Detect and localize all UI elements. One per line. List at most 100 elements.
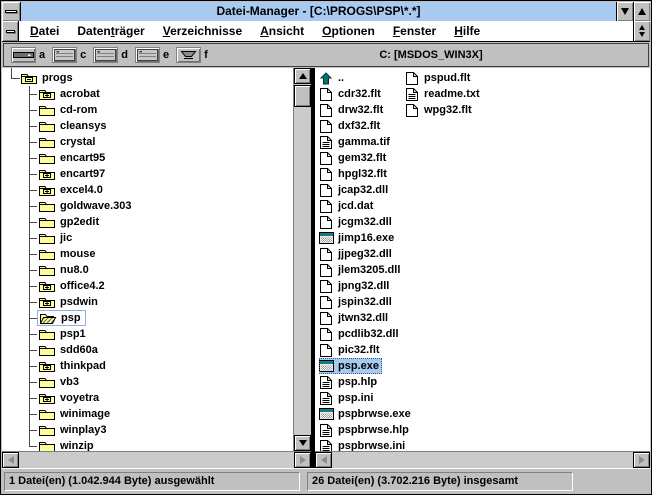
scroll-down-button[interactable]	[294, 435, 311, 451]
drive-e-button[interactable]	[135, 47, 160, 63]
tree-item-thinkpad[interactable]: thinkpad	[2, 358, 293, 374]
file-item-pic32-flt[interactable]: pic32.flt	[319, 342, 383, 358]
tree-item-crystal[interactable]: crystal	[2, 134, 293, 150]
file-item-jpng32-dll[interactable]: jpng32.dll	[319, 278, 392, 294]
file-item-pcdlib32-dll[interactable]: pcdlib32.dll	[319, 326, 402, 342]
menu-ansicht[interactable]: Ansicht	[251, 24, 313, 38]
directory-tree-pane[interactable]: progsacrobat cd-rom cleansyscrystal encart9…	[2, 68, 294, 451]
status-bar: 1 Datei(en) (1.042.944 Byte) ausgewählt …	[2, 468, 650, 494]
file-item-drw32-flt[interactable]: drw32.flt	[319, 102, 386, 118]
tree-item-winplay3[interactable]: winplay3	[2, 422, 293, 438]
tree-item-winimage[interactable]: winimage	[2, 406, 293, 422]
document-icon	[319, 263, 335, 278]
executable-icon	[319, 407, 335, 422]
tree-item-encart97[interactable]: encart97	[2, 166, 293, 182]
menu-fenster[interactable]: Fenster	[384, 24, 445, 38]
tree-item-psp[interactable]: psp	[2, 310, 293, 326]
tree-item-jic[interactable]: jic	[2, 230, 293, 246]
file-item-pspud-flt[interactable]: pspud.flt	[405, 70, 473, 86]
file-item-jimp16-exe[interactable]: jimp16.exe	[319, 230, 397, 246]
tree-item-winzip[interactable]: winzip	[2, 438, 293, 451]
file-item-wpg32-flt[interactable]: wpg32.flt	[405, 102, 475, 118]
file-item-psp-exe[interactable]: psp.exe	[319, 358, 382, 374]
up-directory-item[interactable]: ..	[319, 70, 347, 86]
file-item-readme-txt[interactable]: readme.txt	[405, 86, 483, 102]
scrollbar-thumb[interactable]	[294, 85, 311, 107]
tree-item-psdwin[interactable]: psdwin	[2, 294, 293, 310]
file-item-pspbrwse-exe[interactable]: pspbrwse.exe	[319, 406, 414, 422]
file-item-jcd-dat[interactable]: jcd.dat	[319, 198, 376, 214]
file-name: cdr32.flt	[338, 88, 381, 100]
file-item-jtwn32-dll[interactable]: jtwn32.dll	[319, 310, 391, 326]
scroll-up-button[interactable]	[294, 68, 311, 84]
menu-optionen[interactable]: Optionen	[313, 24, 384, 38]
tree-item-psp1[interactable]: psp1	[2, 326, 293, 342]
folder-icon	[38, 135, 56, 149]
file-item-pspbrwse-hlp[interactable]: pspbrwse.hlp	[319, 422, 412, 438]
system-menu-button[interactable]	[2, 2, 21, 21]
directory-name: encart95	[60, 152, 105, 164]
file-name: jpng32.dll	[338, 280, 389, 292]
menu-datei[interactable]: Datei	[21, 24, 68, 38]
menu-verzeichnisse[interactable]: Verzeichnisse	[154, 24, 251, 38]
tree-item-office4-2[interactable]: office4.2	[2, 278, 293, 294]
scroll-right-button[interactable]	[294, 452, 311, 468]
child-restore-button[interactable]	[633, 21, 650, 41]
document-icon	[319, 167, 335, 182]
menu-datentr-ger[interactable]: Datenträger	[68, 24, 153, 38]
directory-name: cd-rom	[60, 104, 97, 116]
tree-item-nu8-0[interactable]: nu8.0	[2, 262, 293, 278]
vertical-scrollbar[interactable]	[294, 68, 311, 451]
right-horizontal-scrollbar[interactable]	[315, 451, 650, 468]
tree-item-excel4-0[interactable]: excel4.0	[2, 182, 293, 198]
file-item-pspbrwse-ini[interactable]: pspbrwse.ini	[319, 438, 408, 451]
menu-hilfe[interactable]: Hilfe	[445, 24, 489, 38]
tree-item-voyetra[interactable]: voyetra	[2, 390, 293, 406]
tree-item-cleansys[interactable]: cleansys	[2, 118, 293, 134]
tree-item-vb3[interactable]: vb3	[2, 374, 293, 390]
file-item-jlem3205-dll[interactable]: jlem3205.dll	[319, 262, 403, 278]
tree-item-goldwave-303[interactable]: goldwave.303	[2, 198, 293, 214]
scroll-right-button[interactable]	[633, 452, 650, 468]
file-item-jcgm32-dll[interactable]: jcgm32.dll	[319, 214, 395, 230]
file-item-hpgl32-flt[interactable]: hpgl32.flt	[319, 166, 390, 182]
tree-item-progs[interactable]: progs	[2, 70, 293, 86]
tree-item-cd-rom[interactable]: cd-rom	[2, 102, 293, 118]
tree-item-acrobat[interactable]: acrobat	[2, 86, 293, 102]
tree-item-encart95[interactable]: encart95	[2, 150, 293, 166]
file-column-1: .. cdr32.flt drw32.fltdxf32.fltgamma.tifge…	[319, 70, 414, 451]
file-item-jspin32-dll[interactable]: jspin32.dll	[319, 294, 395, 310]
document-lines-icon	[319, 391, 335, 406]
file-name: wpg32.flt	[424, 104, 472, 116]
maximize-button[interactable]	[633, 2, 650, 21]
minimize-button[interactable]	[616, 2, 633, 21]
drive-a-button[interactable]	[11, 47, 36, 63]
file-item-gem32-flt[interactable]: gem32.flt	[319, 150, 389, 166]
title-bar[interactable]: Datei-Manager - [C:\PROGS\PSP\*.*]	[2, 2, 650, 21]
file-name: jtwn32.dll	[338, 312, 388, 324]
document-icon	[319, 151, 335, 166]
folder-icon	[38, 231, 56, 245]
child-window-menu-button[interactable]	[2, 21, 19, 41]
file-list-pane[interactable]: .. cdr32.flt drw32.fltdxf32.fltgamma.tifge…	[315, 68, 650, 451]
file-item-gamma-tif[interactable]: gamma.tif	[319, 134, 393, 150]
document-icon	[319, 279, 335, 294]
drive-c-button[interactable]	[52, 47, 77, 63]
file-item-dxf32-flt[interactable]: dxf32.flt	[319, 118, 383, 134]
tree-item-mouse[interactable]: mouse	[2, 246, 293, 262]
scroll-left-button[interactable]	[2, 452, 19, 468]
left-horizontal-scrollbar[interactable]	[2, 451, 311, 468]
scroll-left-button[interactable]	[315, 452, 332, 468]
file-item-jcap32-dll[interactable]: jcap32.dll	[319, 182, 391, 198]
file-item-jjpeg32-dll[interactable]: jjpeg32.dll	[319, 246, 395, 262]
file-item-psp-hlp[interactable]: psp.hlp	[319, 374, 380, 390]
tree-item-sdd60a[interactable]: sdd60a	[2, 342, 293, 358]
tree-item-gp2edit[interactable]: gp2edit	[2, 214, 293, 230]
file-name: readme.txt	[424, 88, 480, 100]
document-icon	[319, 87, 335, 102]
drive-f-button[interactable]	[176, 47, 201, 63]
arrow-right-icon	[639, 456, 645, 464]
file-item-psp-ini[interactable]: psp.ini	[319, 390, 376, 406]
file-item-cdr32-flt[interactable]: cdr32.flt	[319, 86, 384, 102]
drive-d-button[interactable]	[93, 47, 118, 63]
